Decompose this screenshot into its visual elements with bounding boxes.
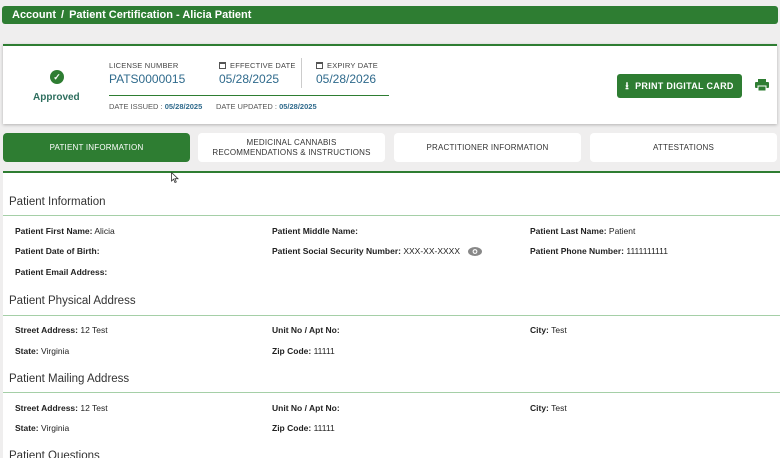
physical-state: State: Virginia <box>15 346 70 356</box>
patient-date-of-birth: Patient Date of Birth: <box>15 246 100 256</box>
print-digital-card-button[interactable]: ⭳ PRINT DIGITAL CARD <box>617 74 742 98</box>
physical-zip-code: Zip Code: 11111 <box>272 346 335 356</box>
patient-information-panel: Patient Information Patient First Name: … <box>3 173 780 458</box>
license-number-label: LICENSE NUMBER <box>109 61 179 70</box>
printer-icon[interactable] <box>755 79 769 91</box>
section-title-patient-information: Patient Information <box>9 196 106 208</box>
section-divider <box>3 215 780 216</box>
expiry-date-value: 05/28/2026 <box>316 72 377 86</box>
effective-date-value: 05/28/2025 <box>219 72 280 86</box>
tab-practitioner-information[interactable]: PRACTITIONER INFORMATION <box>394 133 581 162</box>
effective-date-label: EFFECTIVE DATE <box>219 61 296 70</box>
calendar-icon <box>316 62 323 69</box>
mailing-street-address: Street Address: 12 Test <box>15 403 108 413</box>
patient-middle-name: Patient Middle Name: <box>272 226 358 236</box>
calendar-icon <box>219 62 226 69</box>
download-icon: ⭳ <box>625 81 630 92</box>
breadcrumb: Account / Patient Certification - Alicia P… <box>2 6 778 24</box>
patient-phone-number: Patient Phone Number: 1111111111 <box>530 246 668 256</box>
patient-ssn: Patient Social Security Number: XXX-XX-X… <box>272 246 483 256</box>
tab-attestations[interactable]: ATTESTATIONS <box>590 133 777 162</box>
certificate-card: ✓ Approved LICENSE NUMBER PATS0000015 EF… <box>3 44 777 124</box>
divider <box>301 58 302 88</box>
eye-icon[interactable] <box>468 247 483 256</box>
patient-first-name: Patient First Name: Alicia <box>15 226 115 236</box>
section-divider <box>3 392 780 393</box>
breadcrumb-account-link[interactable]: Account <box>12 9 56 21</box>
patient-last-name: Patient Last Name: Patient <box>530 226 636 236</box>
section-divider <box>3 315 780 316</box>
date-issued: DATE ISSUED : 05/28/2025 <box>109 102 203 111</box>
license-number-value: PATS0000015 <box>109 72 186 86</box>
section-title-mailing-address: Patient Mailing Address <box>9 373 130 385</box>
physical-unit-number: Unit No / Apt No: <box>272 325 340 335</box>
expiry-date-label: EXPIRY DATE <box>316 61 378 70</box>
check-circle-icon: ✓ <box>50 70 64 84</box>
breadcrumb-current-page: Patient Certification - Alicia Patient <box>69 9 252 21</box>
tab-patient-information[interactable]: PATIENT INFORMATION <box>3 133 190 162</box>
date-updated: DATE UPDATED : 05/28/2025 <box>216 102 317 111</box>
mouse-cursor-icon <box>171 172 179 183</box>
breadcrumb-separator: / <box>61 9 65 21</box>
physical-city: City: Test <box>530 325 567 335</box>
physical-street-address: Street Address: 12 Test <box>15 325 108 335</box>
section-title-patient-questions: Patient Questions <box>9 450 100 458</box>
mailing-state: State: Virginia <box>15 423 70 433</box>
divider <box>109 95 389 96</box>
section-title-physical-address: Patient Physical Address <box>9 295 136 307</box>
mailing-unit-number: Unit No / Apt No: <box>272 403 340 413</box>
status-label: Approved <box>33 92 80 103</box>
patient-email-address: Patient Email Address: <box>15 267 108 277</box>
mailing-zip-code: Zip Code: 11111 <box>272 423 335 433</box>
tab-medicinal-cannabis-recommendations[interactable]: MEDICINAL CANNABIS RECOMMENDATIONS & INS… <box>198 133 385 162</box>
mailing-city: City: Test <box>530 403 567 413</box>
